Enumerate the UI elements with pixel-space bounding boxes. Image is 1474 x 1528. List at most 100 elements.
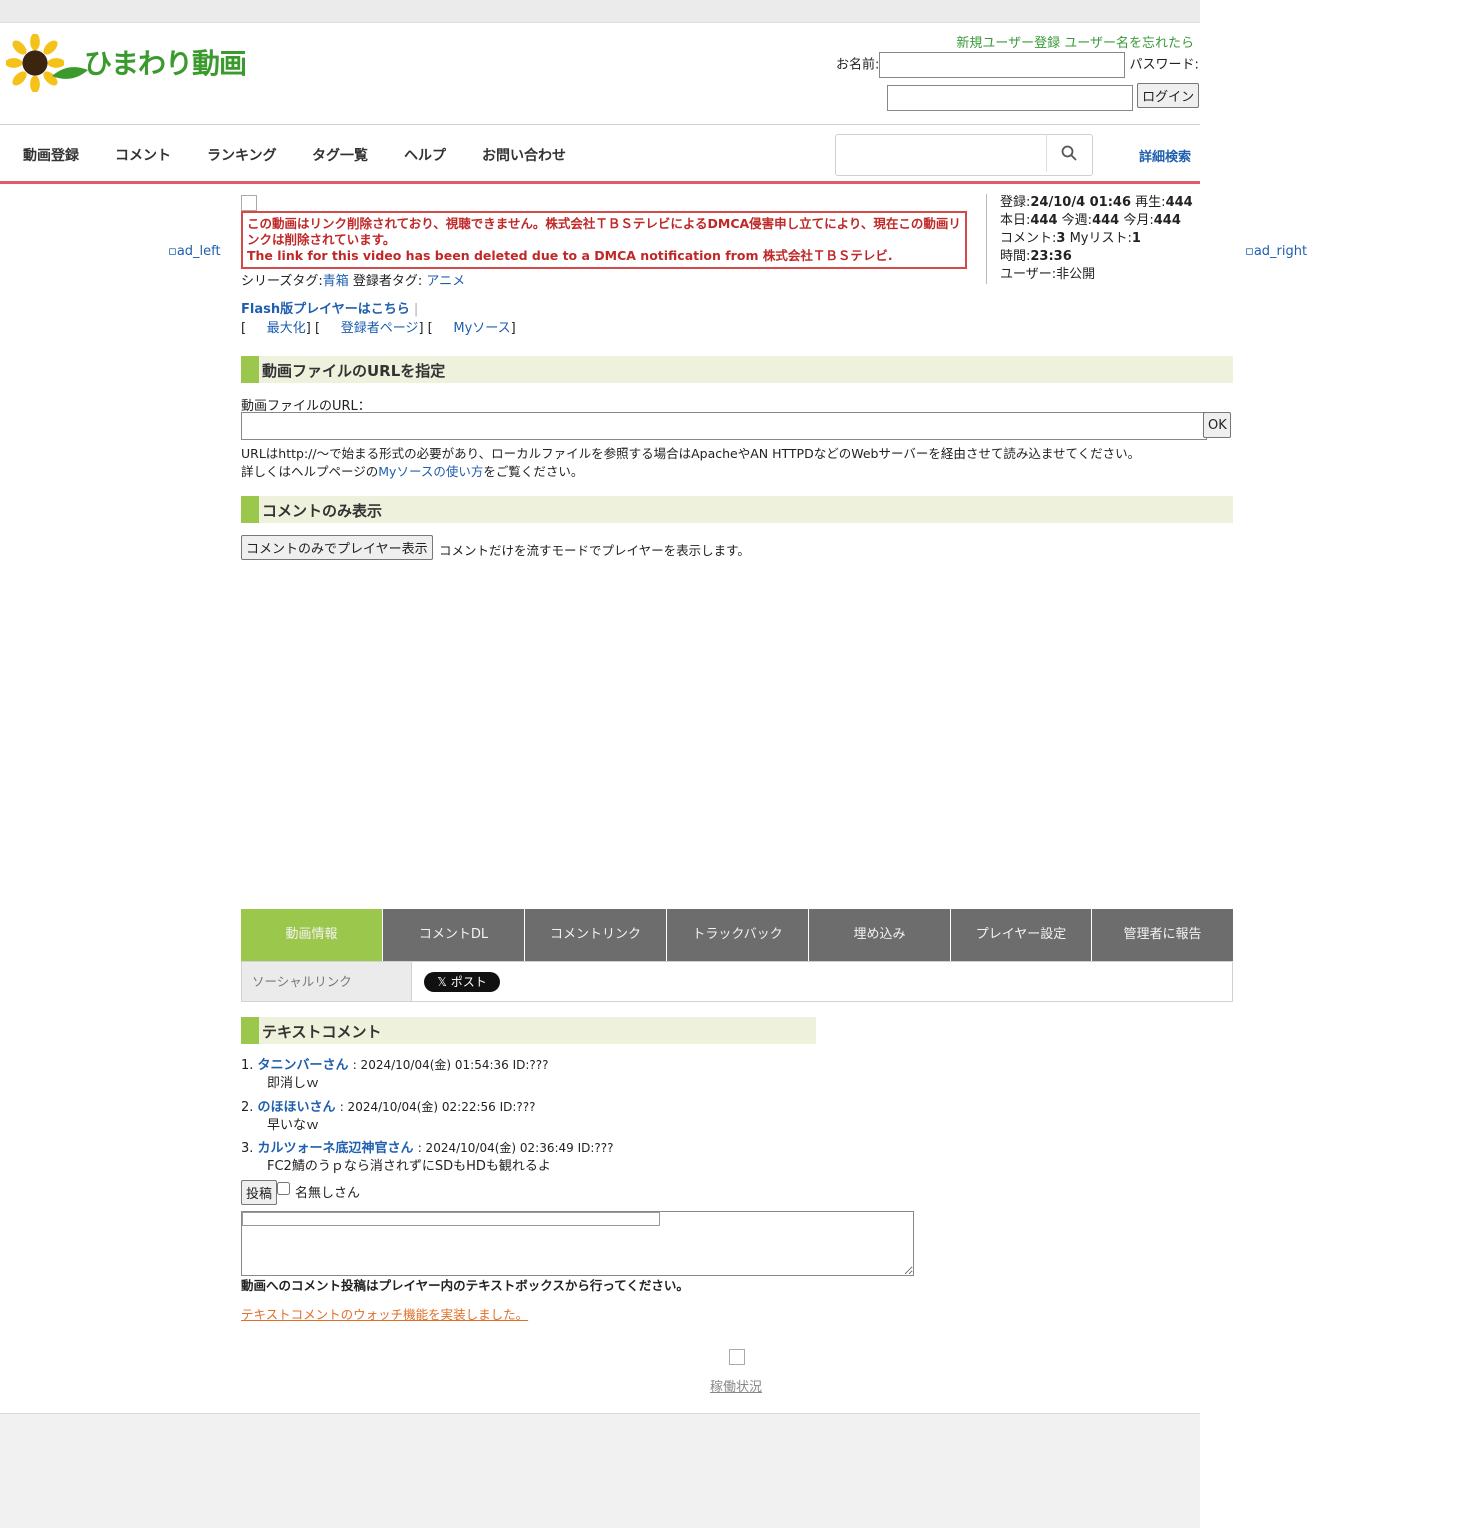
detail-search-link[interactable]: 詳細検索 (1139, 146, 1191, 165)
list-item: 3. カルツォーネ底辺神官さん : 2024/10/04(金) 02:36:49… (241, 1139, 614, 1176)
comment-only-title: コメントのみ表示 (262, 502, 383, 520)
mysource-link[interactable]: Myソース (453, 321, 510, 336)
comment-notice: 動画へのコメント投稿はプレイヤー内のテキストボックスから行ってください。 (241, 1278, 689, 1293)
user-value: 非公開 (1056, 267, 1096, 282)
user-tag-label: 登録者タグ: (352, 274, 423, 289)
anonymous-checkbox[interactable] (277, 1182, 290, 1195)
dmca-notice-en: The link for this video has been deleted… (247, 248, 893, 263)
social-link-label: ソーシャルリンク (242, 962, 412, 1001)
ad-right-image[interactable]: ▫ad_right (1245, 244, 1307, 259)
nav-item-help[interactable]: ヘルプ (404, 145, 446, 165)
status-link[interactable]: 稼働状況 (710, 1376, 762, 1395)
comment-number: 3. (241, 1141, 254, 1156)
comment-only-player-button[interactable]: コメントのみでプレイヤー表示 (241, 535, 433, 560)
top-band (0, 0, 1200, 23)
duration-value: 23:36 (1030, 249, 1072, 264)
anonymous-label: 名無しさん (295, 1186, 361, 1201)
nav-item-contact[interactable]: お問い合わせ (482, 145, 566, 165)
month-value: 444 (1153, 213, 1181, 228)
password-label: パスワード: (1129, 57, 1199, 73)
text-comment-title: テキストコメント (262, 1023, 382, 1041)
comment-meta: : 2024/10/04(金) 02:36:49 ID:??? (417, 1141, 614, 1155)
url-section-heading: 動画ファイルのURLを指定 (241, 356, 1233, 383)
ad-left-image[interactable]: ▫ad_left (168, 244, 221, 259)
comment-body: 早いなｗ (267, 1118, 320, 1133)
url-note-line1: URLはhttp://〜で始まる形式の必要があり、ローカルファイルを参照する場合… (241, 446, 1141, 461)
url-section-title: 動画ファイルのURLを指定 (262, 362, 446, 380)
comment-only-desc: コメントだけを流すモードでプレイヤーを表示します。 (439, 543, 750, 558)
social-link-row: ソーシャルリンク 𝕏 ポスト (241, 961, 1233, 1002)
tab-comment-dl[interactable]: コメントDL (383, 909, 525, 961)
tag-row: シリーズタグ:青箱 登録者タグ: アニメ (241, 270, 465, 289)
search-button[interactable] (1046, 134, 1089, 172)
url-note-post: をご覧ください。 (483, 464, 584, 479)
user-tag-link[interactable]: アニメ (426, 274, 465, 289)
register-links: 新規ユーザー登録 ユーザー名を忘れたら (956, 32, 1194, 51)
url-note-pre: 詳しくはヘルプページの (241, 464, 379, 479)
week-label: 今週: (1061, 213, 1093, 228)
footer-band (0, 1413, 1200, 1528)
month-label: 今月: (1123, 213, 1154, 228)
plays-label: 再生: (1135, 195, 1166, 210)
maximize-link[interactable]: 最大化 (267, 321, 306, 336)
broken-image-icon (729, 1349, 745, 1365)
nav-item-comment[interactable]: コメント (115, 145, 171, 165)
tab-report[interactable]: 管理者に報告 (1092, 909, 1233, 961)
x-post-button[interactable]: 𝕏 ポスト (424, 972, 500, 992)
password-input[interactable] (887, 84, 1133, 111)
comment-author-link[interactable]: のほほいさん (258, 1100, 336, 1115)
leaf-icon (52, 67, 88, 79)
today-value: 444 (1030, 213, 1058, 228)
broken-image-icon (241, 195, 257, 211)
mylist-value: 1 (1131, 231, 1141, 246)
nav-item-tags[interactable]: タグ一覧 (312, 145, 368, 165)
site-name: ひまわり動画 (84, 47, 247, 80)
username-input[interactable] (879, 52, 1126, 78)
series-tag-link[interactable]: 青箱 (323, 274, 349, 289)
dmca-notice-jp: この動画はリンク削除されており、視聴できません。株式会社ＴＢＳテレビによるDMC… (247, 216, 961, 247)
forgot-username-link[interactable]: ユーザー名を忘れたら (1064, 36, 1194, 51)
tab-comment-link[interactable]: コメントリンク (525, 909, 667, 961)
site-logo[interactable]: ひまわり動画 (6, 32, 256, 92)
comment-only-heading: コメントのみ表示 (241, 496, 1233, 523)
registered-label: 登録: (1000, 195, 1031, 210)
comment-author-link[interactable]: タニンバーさん (258, 1058, 349, 1073)
ad-left-alt: ad_left (176, 244, 221, 259)
mysource-help-link[interactable]: Myソースの使い方 (378, 464, 483, 479)
comment-author-link[interactable]: カルツォーネ底辺神官さん (258, 1141, 414, 1156)
comment-body: 即消しｗ (267, 1076, 320, 1091)
comments-label: コメント: (1000, 231, 1057, 246)
mylist-label: Myリスト: (1069, 231, 1132, 246)
tab-trackback[interactable]: トラックバック (667, 909, 809, 961)
week-value: 444 (1092, 213, 1120, 228)
nav-item-ranking[interactable]: ランキング (207, 145, 277, 165)
video-url-input[interactable] (241, 412, 1207, 440)
duration-label: 時間: (1000, 249, 1031, 264)
tab-embed[interactable]: 埋め込み (809, 909, 951, 961)
dmca-notice: この動画はリンク削除されており、視聴できません。株式会社ＴＢＳテレビによるDMC… (241, 211, 967, 269)
flash-link-row: Flash版プレイヤーはこちら | (241, 302, 419, 317)
tab-video-info[interactable]: 動画情報 (241, 909, 383, 961)
list-item: 2. のほほいさん : 2024/10/04(金) 02:22:56 ID:??… (241, 1098, 536, 1135)
login-row: お名前: パスワード: (836, 52, 1199, 78)
tab-player-settings[interactable]: プレイヤー設定 (951, 909, 1092, 961)
heading-accent (241, 496, 259, 523)
register-link[interactable]: 新規ユーザー登録 (956, 36, 1060, 51)
url-ok-button[interactable]: OK (1203, 412, 1231, 438)
user-label: ユーザー: (1000, 267, 1057, 282)
comment-number: 1. (241, 1058, 254, 1073)
flash-player-link[interactable]: Flash版プレイヤーはこちら (241, 302, 410, 317)
search-icon (1061, 145, 1077, 161)
watch-feature-link[interactable]: テキストコメントのウォッチ機能を実装しました。 (241, 1304, 528, 1323)
post-comment-button[interactable]: 投稿 (241, 1180, 278, 1205)
uploader-page-link[interactable]: 登録者ページ (341, 321, 419, 336)
nav-item-upload[interactable]: 動画登録 (23, 145, 79, 165)
login-button[interactable]: ログイン (1137, 83, 1200, 108)
heading-accent (241, 1017, 259, 1044)
comment-body: FC2鯖のうｐなら消されずにSDもHDも観れるよ (267, 1159, 551, 1174)
comment-meta: : 2024/10/04(金) 02:22:56 ID:??? (339, 1100, 536, 1114)
comment-name-input[interactable] (242, 1212, 660, 1226)
series-tag-label: シリーズタグ: (241, 274, 323, 289)
name-label: お名前: (836, 57, 880, 73)
list-item: 1. タニンバーさん : 2024/10/04(金) 01:54:36 ID:?… (241, 1056, 549, 1093)
